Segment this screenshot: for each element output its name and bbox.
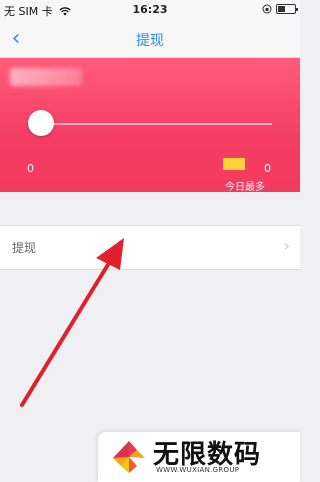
amount-slider-track[interactable] (40, 123, 272, 125)
slider-max-value: 0 (264, 162, 271, 175)
today-max-label: 今日最多 (225, 182, 265, 193)
withdraw-amount-panel: 0 0 今日最多 (0, 58, 300, 193)
highlight-mark (223, 158, 245, 170)
status-right (262, 4, 298, 14)
list-item-label: 提现 (12, 241, 37, 255)
status-bar: 无 SIM 卡 16:23 (0, 0, 300, 20)
amount-slider-thumb[interactable] (28, 110, 54, 136)
slider-min-value: 0 (27, 162, 34, 175)
page-title: 提现 (136, 33, 164, 49)
watermark-site: WWW.WUXIAN.GROUP (156, 466, 240, 474)
chevron-right-icon: › (283, 236, 290, 255)
watermark: 无限数码 WWW.WUXIAN.GROUP (98, 432, 300, 482)
lock-rotation-icon (262, 4, 272, 14)
battery-icon (276, 4, 298, 14)
clock: 16:23 (132, 3, 168, 16)
list-item-withdraw[interactable]: 提现 › (0, 225, 300, 270)
brand-logo-icon (113, 441, 145, 473)
blurred-amount (10, 68, 82, 86)
navigation-bar: ‹ 提现 (0, 20, 300, 58)
